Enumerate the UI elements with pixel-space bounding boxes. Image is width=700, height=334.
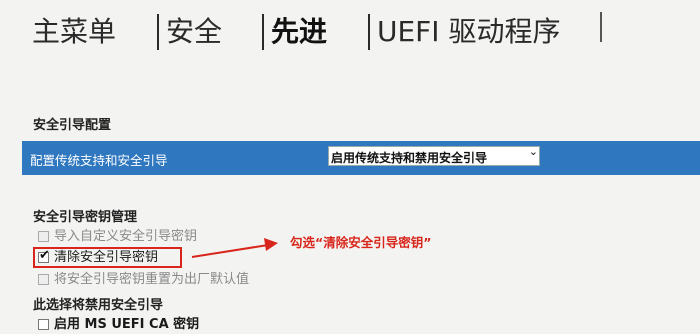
annotation-arrow-icon	[191, 238, 278, 258]
annotation-text: 勾选“清除安全引导密钥”	[290, 235, 432, 250]
